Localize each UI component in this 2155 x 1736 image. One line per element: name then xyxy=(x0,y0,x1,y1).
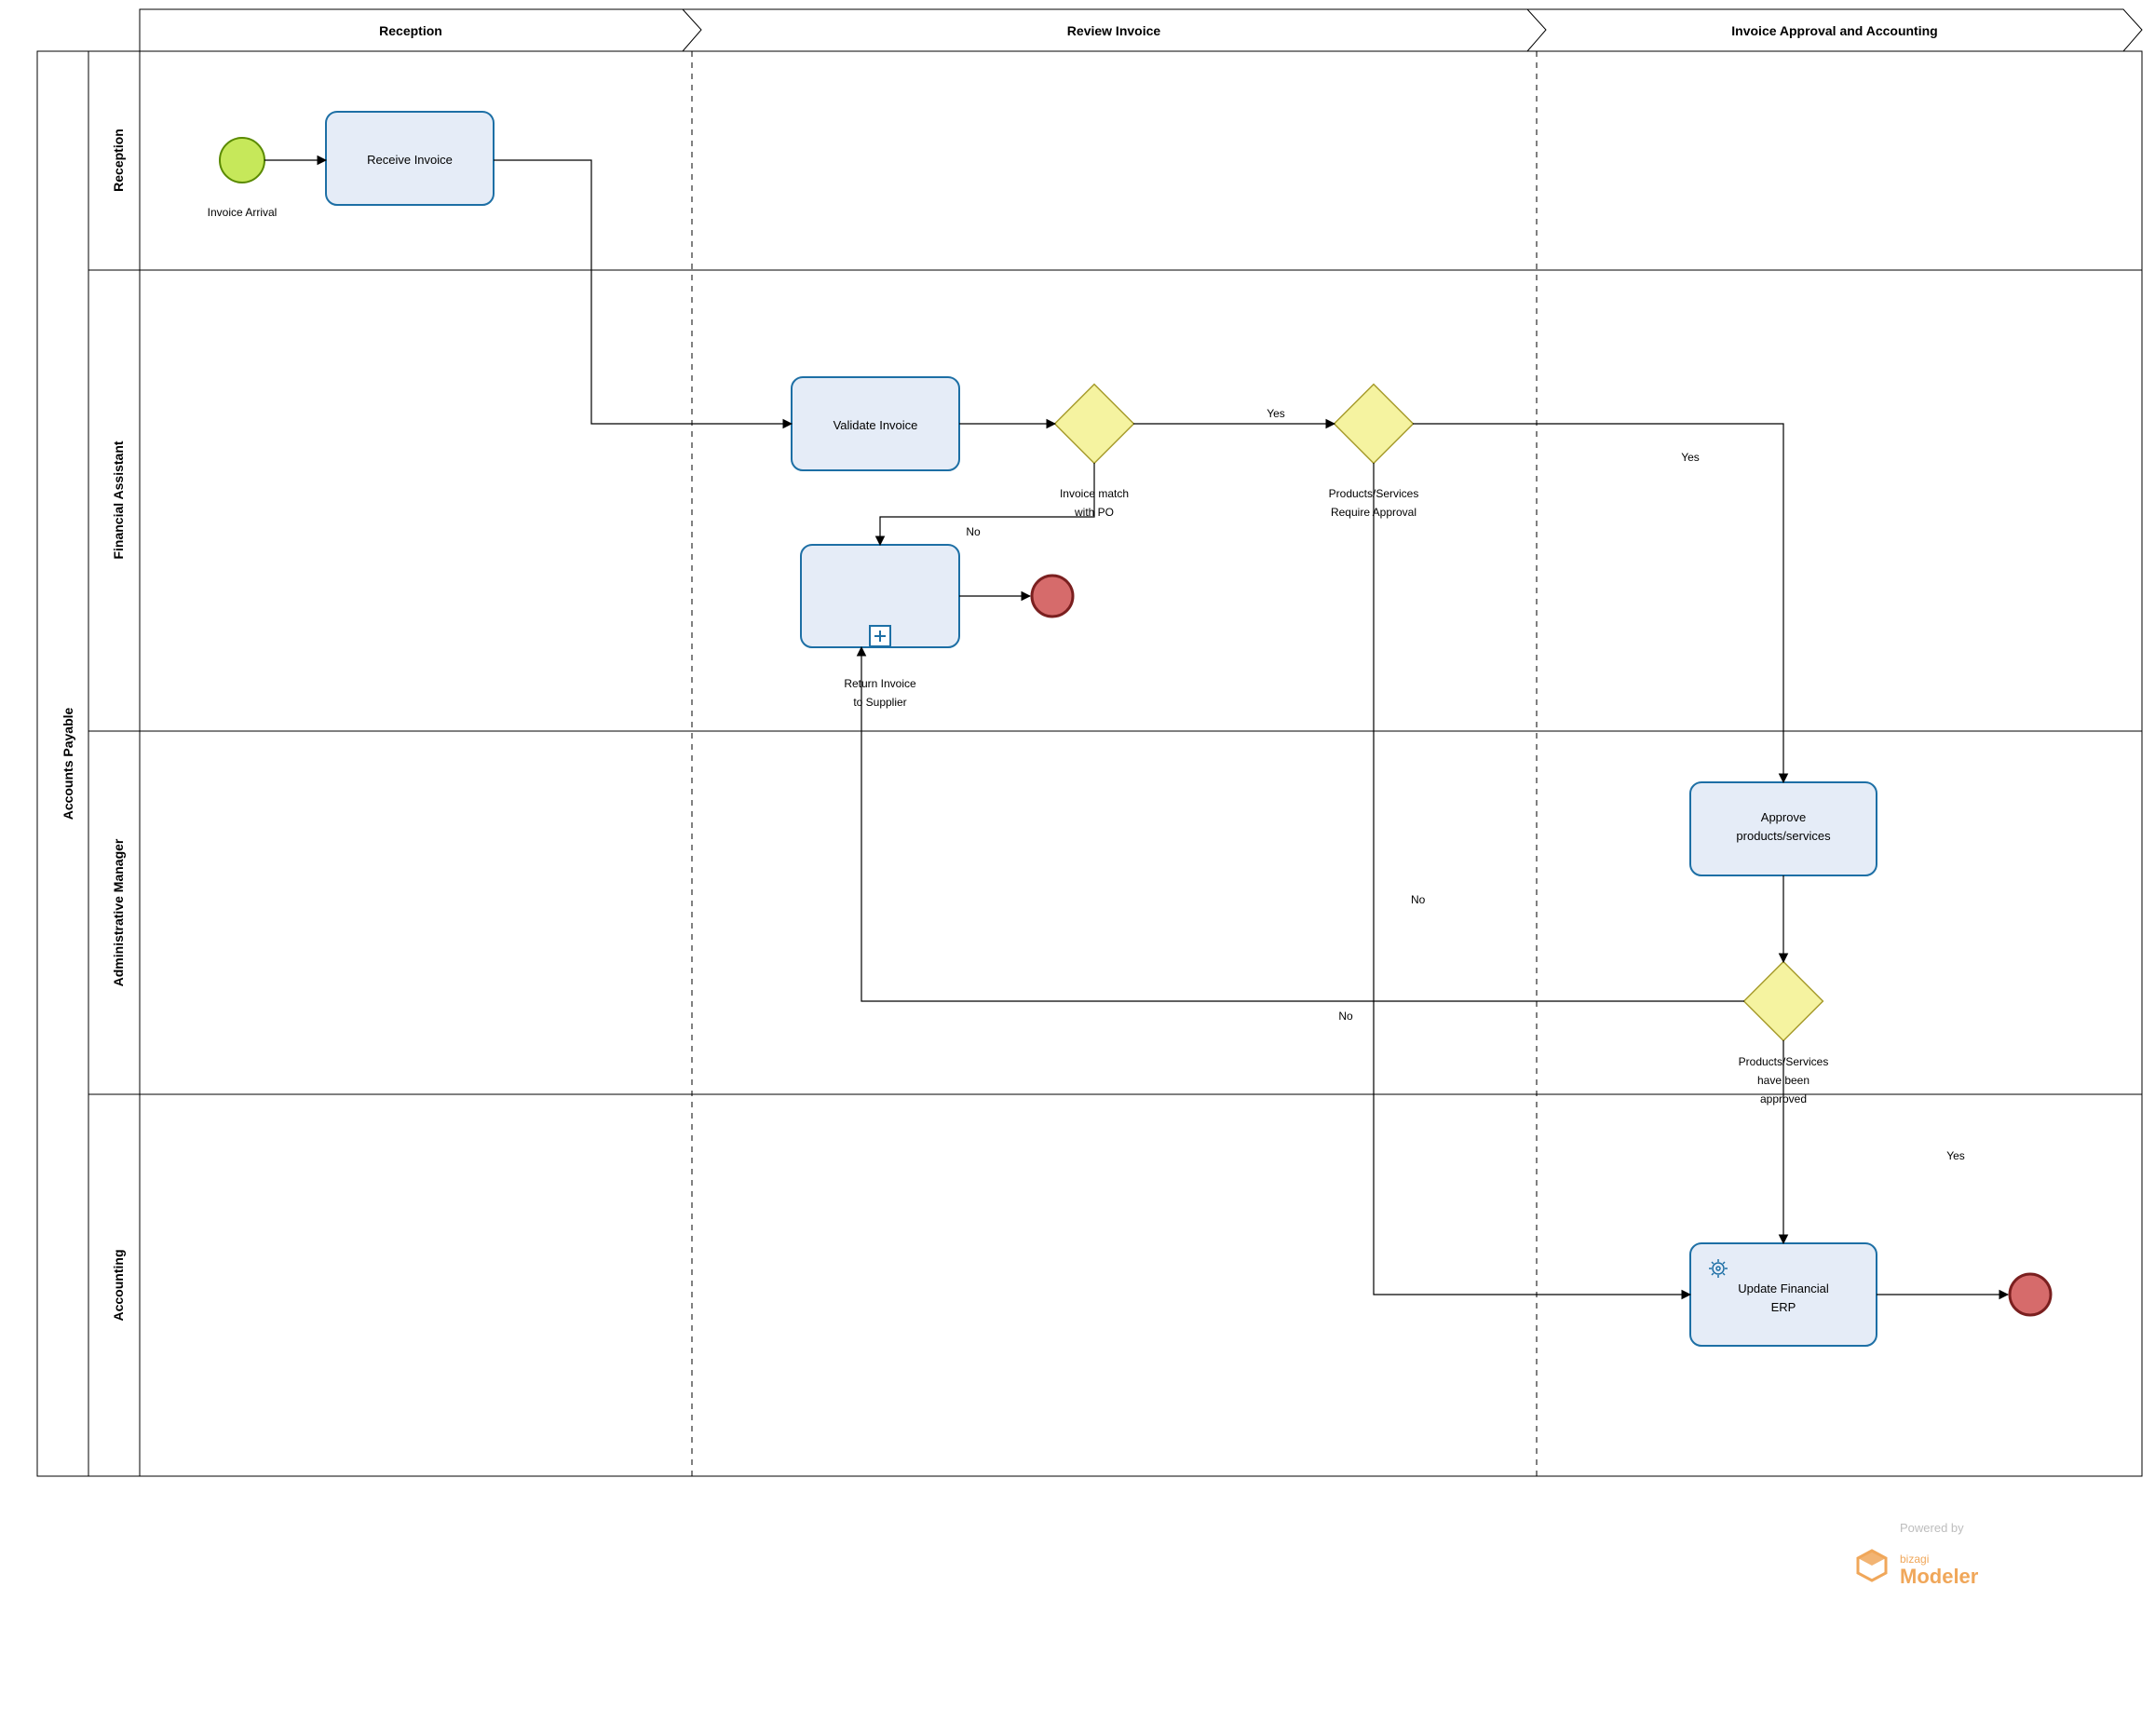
flow-label-g1-yes: Yes xyxy=(1267,407,1285,420)
approve-label-line2: products/services xyxy=(1736,829,1831,843)
flow-g3-no-to-return xyxy=(861,647,1744,1001)
phase-label-2: Review Invoice xyxy=(1067,23,1161,38)
flow-receive-to-validate xyxy=(494,160,792,424)
flow-label-g2-no: No xyxy=(1411,893,1426,906)
task-receive-invoice: Receive Invoice xyxy=(326,112,494,205)
footer-branding: Powered by bizagi Modeler xyxy=(1858,1521,1979,1588)
task-return-invoice-to-supplier: Return Invoice to Supplier xyxy=(801,545,959,709)
start-event-label: Invoice Arrival xyxy=(208,206,278,219)
flow-g2-no-to-erp xyxy=(1374,463,1690,1295)
flow-label-g2-yes: Yes xyxy=(1681,451,1700,464)
flow-label-g3-no: No xyxy=(1338,1010,1353,1023)
flow-label-g3-yes: Yes xyxy=(1946,1149,1965,1162)
flow-g2-yes-to-approve xyxy=(1413,424,1783,782)
task-update-financial-erp: Update Financial ERP xyxy=(1690,1243,1877,1346)
bizagi-logo-icon xyxy=(1858,1551,1886,1580)
flow-label-g1-no: No xyxy=(966,525,981,538)
task-validate-invoice: Validate Invoice xyxy=(792,377,959,470)
end-event-final xyxy=(2010,1274,2051,1315)
pool-title: Accounts Payable xyxy=(61,707,75,820)
footer-brand-small: bizagi xyxy=(1900,1553,1929,1566)
phase-label-3: Invoice Approval and Accounting xyxy=(1731,23,1937,38)
phase-label-1: Reception xyxy=(379,23,442,38)
phase-header-strip: Reception Review Invoice Invoice Approva… xyxy=(140,9,2142,51)
flow-g1-no-to-return xyxy=(880,517,1015,545)
svg-text:Validate Invoice: Validate Invoice xyxy=(834,418,918,432)
footer-brand: Modeler xyxy=(1900,1565,1979,1588)
footer-powered-by: Powered by xyxy=(1900,1521,1964,1535)
lane-label-financial-assistant: Financial Assistant xyxy=(111,441,126,559)
end-event-return xyxy=(1032,576,1073,617)
svg-text:Receive Invoice: Receive Invoice xyxy=(367,153,453,167)
erp-label-line2: ERP xyxy=(1771,1300,1796,1314)
lane-label-accounting: Accounting xyxy=(111,1250,126,1322)
return-invoice-label-line1: Return Invoice xyxy=(844,677,916,690)
lane-label-reception: Reception xyxy=(111,129,126,192)
lane-label-administrative-manager: Administrative Manager xyxy=(111,838,126,986)
approve-label-line1: Approve xyxy=(1761,810,1806,824)
start-event-invoice-arrival: Invoice Arrival xyxy=(208,138,278,219)
erp-label-line1: Update Financial xyxy=(1738,1282,1829,1295)
task-approve-products-services: Approve products/services xyxy=(1690,782,1877,875)
